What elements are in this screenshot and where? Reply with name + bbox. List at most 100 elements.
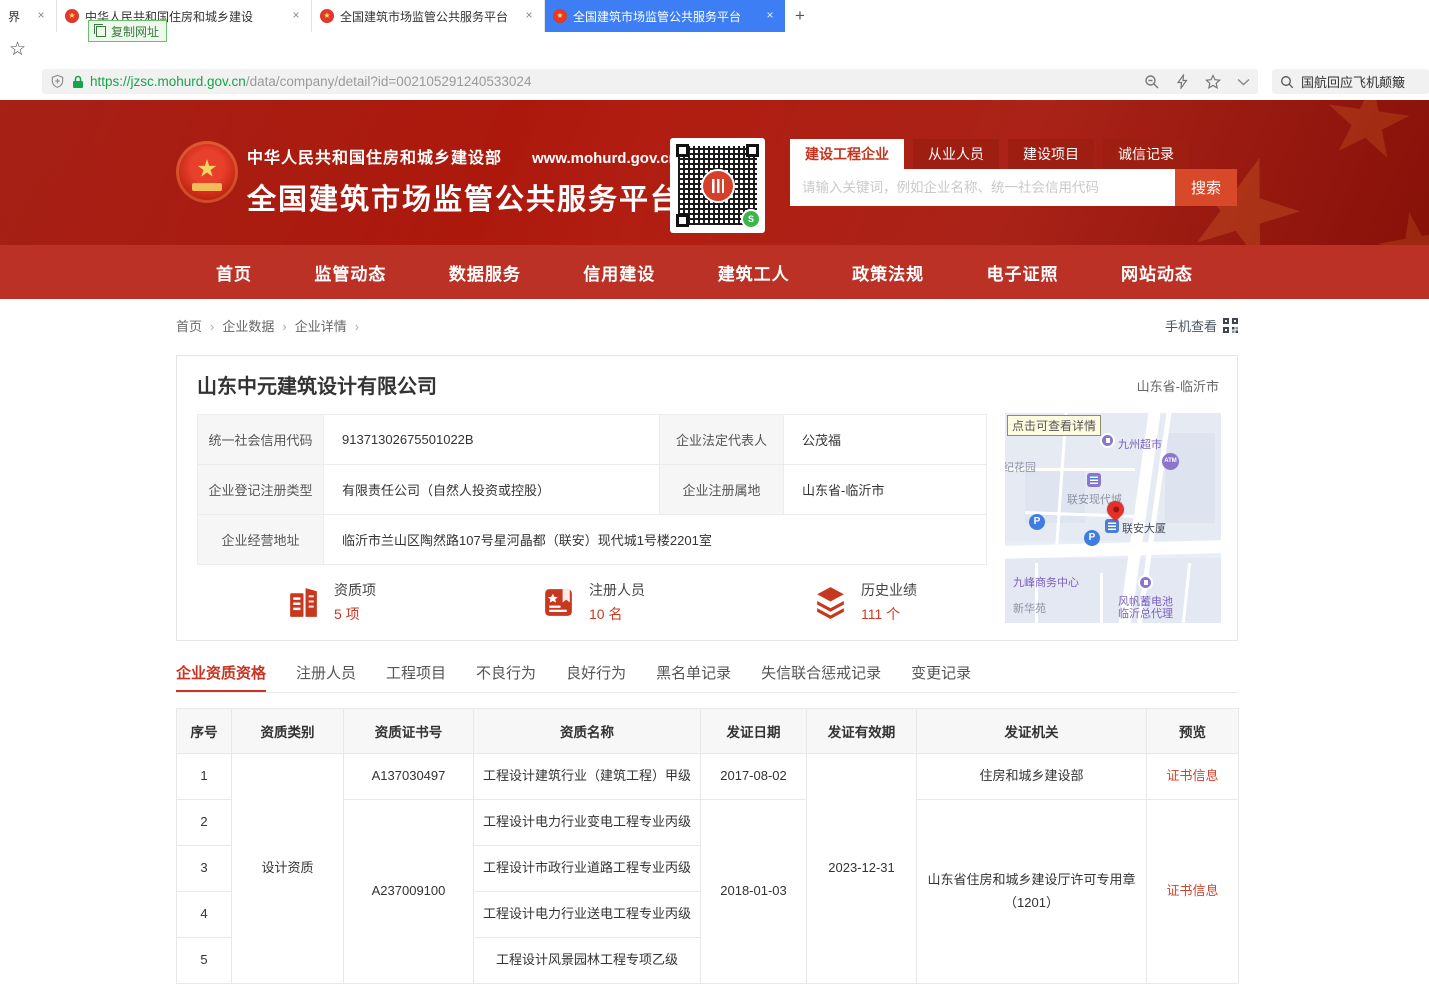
school-pin-icon: [1087, 473, 1101, 487]
stat-history-performance[interactable]: 历史业绩 111 个: [812, 580, 917, 624]
tab-title: 全国建筑市场监管公共服务平台: [340, 8, 516, 25]
nav-item-supervision[interactable]: 监管动态: [314, 260, 386, 285]
tab-close-icon[interactable]: [522, 9, 536, 23]
tower-pin-icon: [1105, 519, 1119, 533]
parking-pin-icon: [1029, 514, 1045, 530]
tab-good-behavior[interactable]: 良好行为: [566, 662, 626, 692]
decorative-star: [1320, 100, 1415, 168]
search-tab-personnel[interactable]: 从业人员: [913, 139, 999, 169]
legal-rep-value: 公茂福: [784, 415, 987, 465]
browser-tab-jzsc-1[interactable]: 全国建筑市场监管公共服务平台: [312, 0, 545, 32]
address-value: 临沂市兰山区陶然路107号星河晶都（联安）现代城1号楼2201室: [324, 515, 987, 565]
copy-icon: [96, 26, 106, 37]
url-host: https://jzsc.mohurd.gov.cn: [90, 74, 246, 89]
map-label-fengfan-2: 临沂总代理: [1118, 605, 1173, 621]
browser-toolbar: https://jzsc.mohurd.gov.cn/data/company/…: [0, 32, 1429, 66]
tab-dishonesty-records[interactable]: 失信联合惩戒记录: [761, 662, 881, 692]
map-hint-label: 点击可查看详情: [1007, 415, 1101, 436]
address-bar[interactable]: https://jzsc.mohurd.gov.cn/data/company/…: [42, 69, 1258, 94]
cell-issue-date: 2017-08-02: [701, 754, 807, 800]
browser-tab-bar: 界 中华人民共和国住房和城乡建设 全国建筑市场监管公共服务平台 全国建筑市场监管…: [0, 0, 1429, 33]
nav-item-home[interactable]: 首页: [216, 260, 252, 285]
favorite-star-icon[interactable]: [1205, 74, 1221, 89]
company-summary-card: 山东中元建筑设计有限公司 山东省-临沂市 统一社会信用代码 9137130267…: [176, 355, 1238, 641]
cell-name: 工程设计市政行业道路工程专业丙级: [474, 846, 701, 892]
reg-type-value: 有限责任公司（自然人投资或控股）: [324, 465, 660, 515]
cell-cert-no: A237009100: [344, 800, 474, 984]
tab-bad-behavior[interactable]: 不良行为: [476, 662, 536, 692]
tab-projects[interactable]: 工程项目: [386, 662, 446, 692]
stat-registered-personnel[interactable]: 注册人员 10 名: [540, 580, 645, 624]
browser-tab-partial[interactable]: 界: [0, 0, 57, 32]
header-qr-code: [670, 138, 765, 233]
tab-close-icon[interactable]: [34, 9, 48, 23]
ministry-name: 中华人民共和国住房和城乡建设部: [247, 144, 502, 168]
search-icon: [1280, 75, 1294, 89]
nav-item-workers[interactable]: 建筑工人: [718, 260, 790, 285]
certificate-info-link[interactable]: 证书信息: [1147, 800, 1239, 984]
supermarket-pin-icon: [1100, 433, 1115, 448]
lightning-icon[interactable]: [1176, 74, 1189, 89]
nav-item-policy[interactable]: 政策法规: [852, 260, 924, 285]
company-location-map[interactable]: 点击可查看详情 九州超市 纪花园 联安现代城 联安大厦 九峰商务中心 风帆蓄电池…: [1005, 413, 1221, 623]
company-region: 山东省-临沂市: [1137, 376, 1219, 395]
browser-tab-jzsc-active[interactable]: 全国建筑市场监管公共服务平台: [545, 0, 785, 32]
zoom-out-icon[interactable]: [1144, 74, 1160, 90]
nav-item-credit[interactable]: 信用建设: [583, 260, 655, 285]
building-icon: [285, 584, 322, 621]
col-validity: 发证有效期: [807, 709, 917, 754]
search-tab-project[interactable]: 建设项目: [1008, 139, 1094, 169]
keyword-search-input[interactable]: [790, 169, 1175, 206]
certificate-info-link[interactable]: 证书信息: [1147, 754, 1239, 800]
tab-registered-personnel[interactable]: 注册人员: [296, 662, 356, 692]
address-label: 企业经营地址: [198, 515, 324, 565]
nav-item-site-news[interactable]: 网站动态: [1121, 260, 1193, 285]
cell-authority: 住房和城乡建设部: [917, 754, 1147, 800]
quick-search-text: 国航回应飞机颠簸: [1301, 72, 1405, 91]
tab-blacklist[interactable]: 黑名单记录: [656, 662, 731, 692]
chevron-down-icon[interactable]: [1237, 78, 1250, 86]
url-path: /data/company/detail?id=0021052912405330…: [246, 74, 532, 89]
quick-search-box[interactable]: 国航回应飞机颠簸: [1272, 69, 1429, 94]
cell-cert-no: A137030497: [344, 754, 474, 800]
breadcrumb-company-data[interactable]: 企业数据: [222, 316, 294, 335]
stat-qualifications[interactable]: 资质项 5 项: [285, 580, 376, 624]
col-name: 资质名称: [474, 709, 701, 754]
search-tab-enterprise[interactable]: 建设工程企业: [790, 139, 904, 169]
atm-pin-icon: [1162, 453, 1179, 470]
search-button[interactable]: 搜索: [1175, 169, 1237, 206]
map-label-jiufeng: 九峰商务中心: [1013, 574, 1079, 590]
platform-title: 全国建筑市场监管公共服务平台: [247, 176, 681, 218]
new-tab-button[interactable]: [785, 0, 815, 32]
cell-seq: 2: [177, 800, 232, 846]
tab-close-icon[interactable]: [289, 9, 303, 23]
stat-label: 历史业绩: [861, 580, 917, 600]
table-header-row: 序号 资质类别 资质证书号 资质名称 发证日期 发证有效期 发证机关 预览: [177, 709, 1239, 754]
cell-validity: 2023-12-31: [807, 754, 917, 984]
cell-name: 工程设计风景园林工程专项乙级: [474, 938, 701, 984]
breadcrumb-company-detail[interactable]: 企业详情: [295, 316, 367, 335]
qr-code-icon[interactable]: [1223, 318, 1238, 333]
map-label-xinhuayuan: 新华苑: [1013, 600, 1046, 616]
company-stats: 资质项 5 项 注册人员 10 名 历史业绩 111 个: [197, 578, 986, 628]
mobile-view-label[interactable]: 手机查看: [1165, 316, 1217, 335]
cell-name: 工程设计电力行业送电工程专业丙级: [474, 892, 701, 938]
reg-type-label: 企业登记注册类型: [198, 465, 324, 515]
lock-icon: [72, 75, 84, 89]
wechat-mini-icon: [741, 209, 761, 229]
col-issue-date: 发证日期: [701, 709, 807, 754]
shield-icon[interactable]: [50, 74, 65, 89]
tab-close-icon[interactable]: [763, 9, 777, 23]
url-text: https://jzsc.mohurd.gov.cn/data/company/…: [90, 74, 531, 89]
nav-item-data-service[interactable]: 数据服务: [449, 260, 521, 285]
cell-name: 工程设计建筑行业（建筑工程）甲级: [474, 754, 701, 800]
reg-area-label: 企业注册属地: [660, 465, 784, 515]
tab-change-records[interactable]: 变更记录: [911, 662, 971, 692]
breadcrumb-home[interactable]: 首页: [176, 316, 222, 335]
nav-item-e-license[interactable]: 电子证照: [987, 260, 1059, 285]
tab-qualifications[interactable]: 企业资质资格: [176, 662, 266, 692]
site-titles: 中华人民共和国住房和城乡建设部 www.mohurd.gov.cn 全国建筑市场…: [247, 144, 681, 218]
search-tab-credit[interactable]: 诚信记录: [1103, 139, 1189, 169]
reg-area-value: 山东省-临沂市: [784, 465, 987, 515]
bookmark-star-icon[interactable]: [9, 38, 26, 61]
